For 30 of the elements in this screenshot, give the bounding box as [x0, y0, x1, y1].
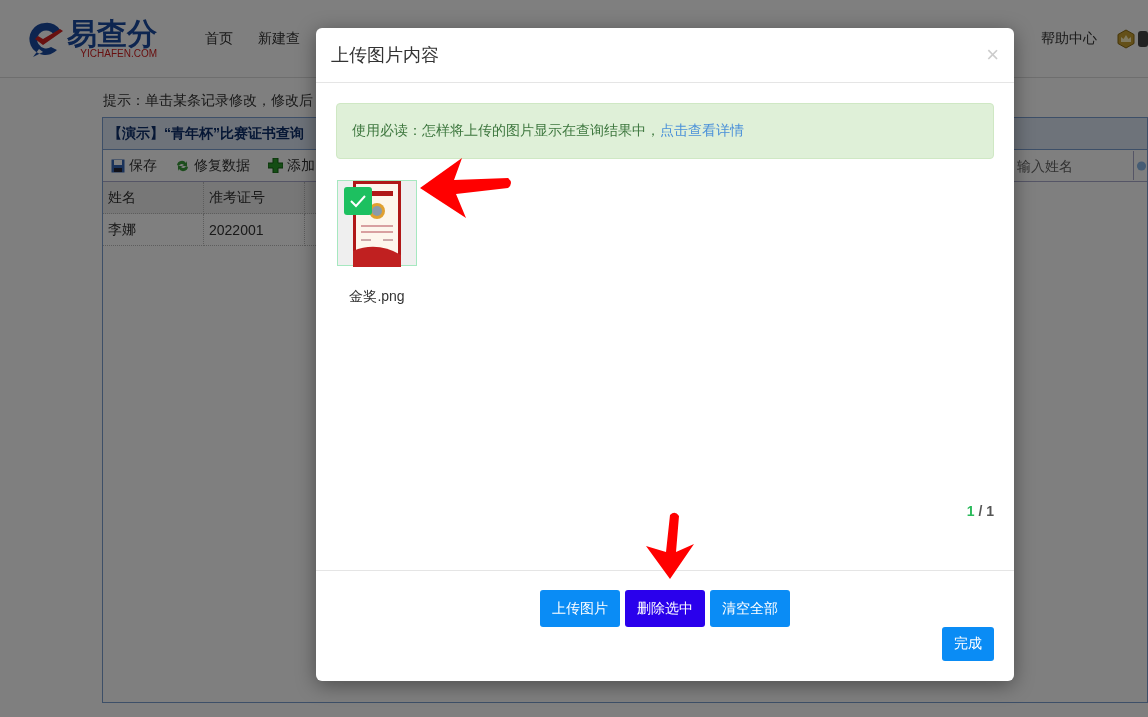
- refresh-icon: [175, 158, 190, 173]
- logo-name: 易查分: [67, 18, 157, 49]
- column-header: 准考证号: [203, 182, 305, 214]
- nav-link[interactable]: 帮助中心: [1041, 29, 1097, 48]
- crown-badge-icon: [1116, 28, 1136, 49]
- action-button[interactable]: 清空全部: [710, 590, 790, 627]
- page-total: / 1: [978, 503, 994, 519]
- nav-link[interactable]: 首页: [205, 29, 233, 48]
- logo-domain: YICHAFEN.COM: [80, 48, 157, 59]
- file-name: 金奖.png: [349, 288, 405, 306]
- details-link[interactable]: 点击查看详情: [660, 122, 744, 138]
- table-cell: 2022001: [203, 213, 305, 246]
- image-thumbnail[interactable]: [337, 180, 417, 266]
- toolbar-button[interactable]: 保存: [111, 156, 157, 175]
- action-button[interactable]: 删除选中: [625, 590, 705, 627]
- pointer-arrow: [646, 512, 694, 579]
- nav-link[interactable]: 新建查: [258, 29, 300, 48]
- toolbar-button[interactable]: 添加: [268, 156, 315, 175]
- notice-text: 使用必读：怎样将上传的图片显示在查询结果中，点击查看详情: [352, 122, 744, 140]
- dialog-title: 上传图片内容: [331, 44, 439, 67]
- panel-title: 【演示】“青年杯”比赛证书查询: [108, 124, 304, 143]
- done-button[interactable]: 完成: [942, 627, 994, 661]
- toolbar-button[interactable]: 修复数据: [175, 156, 250, 175]
- action-button[interactable]: 上传图片: [540, 590, 620, 627]
- table-cell: 李娜: [103, 213, 204, 246]
- search-icon: [1136, 159, 1147, 172]
- current-page: 1: [966, 503, 975, 519]
- column-header: 姓名: [103, 182, 204, 214]
- hint-text: 提示：单击某条记录修改，修改后: [102, 91, 314, 110]
- plus-icon: [268, 158, 283, 173]
